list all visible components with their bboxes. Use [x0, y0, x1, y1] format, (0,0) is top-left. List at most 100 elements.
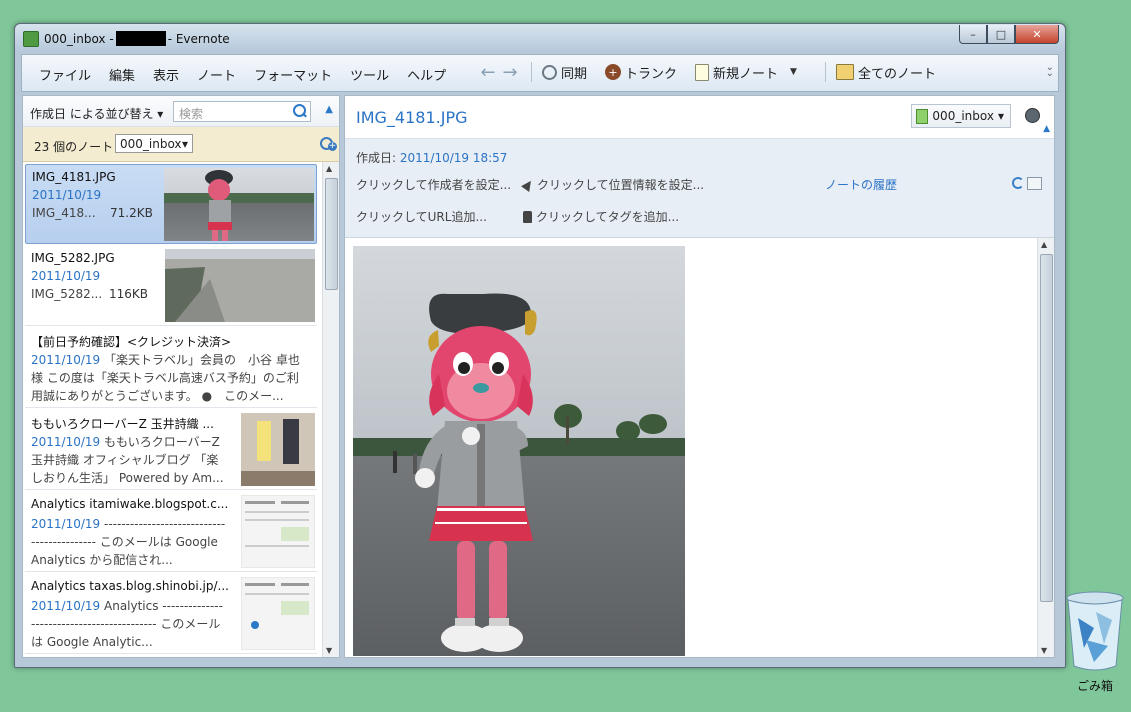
note-content[interactable]	[345, 238, 1037, 657]
sort-bar: 作成日 による並び替え ▾ 検索 ▲	[23, 96, 339, 127]
note-metadata: 作成日: 2011/10/19 18:57 クリックして作成者を設定... クリ…	[345, 139, 1054, 238]
menu-edit[interactable]: 編集	[100, 65, 144, 84]
menu-view[interactable]: 表示	[144, 65, 188, 84]
note-thumbnail-image	[165, 249, 315, 322]
recycle-bin-icon	[1066, 591, 1124, 671]
window-title-prefix: 000_inbox -	[44, 32, 114, 46]
minimize-button[interactable]: –	[959, 25, 987, 44]
notebook-select[interactable]: 000_inbox ▾	[911, 104, 1011, 128]
close-button[interactable]: ✕	[1015, 25, 1059, 44]
note-list-scrollbar[interactable]: ▲ ▼	[322, 162, 339, 657]
note-thumbnail-image	[241, 495, 315, 568]
chevron-down-icon[interactable]: ▼	[790, 67, 797, 77]
note-title: 【前日予約確認】<クレジット決済>	[31, 335, 232, 349]
new-note-label: 新規ノート	[713, 66, 779, 82]
new-note-icon	[695, 63, 710, 81]
note-date: 2011/10/19	[31, 517, 101, 531]
menu-format[interactable]: フォーマット	[245, 65, 341, 84]
url-field[interactable]: クリックしてURL追加...	[356, 208, 487, 225]
scroll-down-icon[interactable]: ▼	[1041, 646, 1047, 655]
scrollbar-thumb[interactable]	[1040, 254, 1053, 602]
menu-tools[interactable]: ツール	[341, 65, 398, 84]
search-placeholder: 検索	[179, 107, 204, 121]
note-list: IMG_4181.JPG 2011/10/19 IMG_418... 71.2K…	[23, 162, 320, 657]
list-item[interactable]: ももいろクローバーZ 玉井詩織 ... 2011/10/19 ももいろクローバー…	[25, 410, 317, 490]
window-title: 000_inbox - - Evernote	[44, 31, 230, 46]
created-date[interactable]: 2011/10/19 18:57	[400, 151, 508, 165]
search-input[interactable]: 検索	[173, 101, 311, 122]
note-title: IMG_5282.JPG	[31, 251, 115, 265]
toolbar-separator	[531, 62, 532, 82]
evernote-window: 000_inbox - - Evernote – □ ✕ ファイル 編集 表示 ノ…	[14, 23, 1066, 668]
sort-dropdown[interactable]: 作成日 による並び替え ▾	[30, 105, 163, 122]
tags-label: クリックしてタグを追加...	[536, 210, 680, 224]
note-snippet: 2011/10/19 Analytics -------------------…	[31, 597, 227, 651]
saved-search-icon[interactable]	[320, 137, 337, 151]
toolbar-overflow-icon[interactable]: ⌄ ⌄	[1046, 63, 1054, 79]
author-field[interactable]: クリックして作成者を設定...	[356, 176, 511, 193]
scroll-down-icon[interactable]: ▼	[326, 646, 332, 655]
scrollbar-thumb[interactable]	[325, 178, 338, 290]
all-notes-label: 全てのノート	[857, 66, 936, 82]
note-snippet: IMG_5282...	[31, 287, 103, 301]
list-item[interactable]: IMG_4181.JPG 2011/10/19 IMG_418... 71.2K…	[25, 164, 317, 244]
created-row: 作成日: 2011/10/19 18:57	[356, 149, 507, 166]
collapse-icon[interactable]: ▲	[1043, 124, 1050, 134]
menu-toolbar: ファイル 編集 表示 ノート フォーマット ツール ヘルプ ← → 同期 + ト…	[21, 54, 1059, 92]
note-title: ももいろクローバーZ 玉井詩織 ...	[31, 417, 214, 431]
location-icon	[521, 178, 535, 192]
list-item[interactable]: Analytics itamiwake.blogspot.c... 2011/1…	[25, 492, 317, 572]
recycle-bin-label: ごみ箱	[1076, 679, 1113, 693]
list-item[interactable]: Analytics taxas.blog.shinobi.jp/... 2011…	[25, 574, 317, 654]
title-bar[interactable]: 000_inbox - - Evernote – □ ✕	[15, 24, 1065, 52]
chevron-down-icon: ▾	[181, 136, 188, 151]
note-snippet: 2011/10/19 ももいろクローバーZ 玉井詩織 オフィシャルブログ 「楽し…	[31, 433, 227, 487]
note-title: Analytics taxas.blog.shinobi.jp/...	[31, 579, 229, 593]
note-content-scrollbar[interactable]: ▲ ▼	[1037, 238, 1054, 657]
trunk-button[interactable]: + トランク	[605, 63, 677, 82]
list-item[interactable]: IMG_5282.JPG 2011/10/19 IMG_5282... 116K…	[25, 246, 317, 326]
trunk-icon: +	[605, 64, 622, 80]
note-editor-pane: IMG_4181.JPG 000_inbox ▾ ▲ 作成日: 2011/10/…	[344, 95, 1055, 658]
notebook-filter-select[interactable]: 000_inbox ▾	[115, 134, 193, 153]
location-field[interactable]: クリックして位置情報を設定...	[521, 176, 705, 193]
note-size: 71.2KB	[110, 206, 153, 220]
search-icon[interactable]	[293, 104, 306, 117]
share-globe-icon[interactable]	[1025, 108, 1040, 123]
evernote-app-icon	[23, 31, 39, 47]
scroll-up-icon[interactable]: ▲	[1041, 240, 1047, 249]
note-date: 2011/10/19	[32, 188, 102, 202]
redacted-block	[115, 31, 166, 46]
find-in-note-icon[interactable]	[1027, 177, 1042, 190]
list-item[interactable]: 【前日予約確認】<クレジット決済> 2011/10/19 「楽天トラベル」会員の…	[25, 328, 320, 408]
sync-icon	[542, 64, 557, 80]
note-photo-image	[353, 246, 685, 656]
note-size: 116KB	[109, 287, 149, 301]
recycle-bin[interactable]: ごみ箱	[1060, 590, 1130, 694]
all-notes-button[interactable]: 全てのノート	[835, 63, 936, 82]
refresh-icon[interactable]	[1012, 177, 1024, 189]
all-notes-icon	[835, 64, 854, 80]
scroll-up-icon[interactable]: ▲	[326, 164, 332, 173]
note-snippet: IMG_418...	[32, 206, 96, 220]
new-note-button[interactable]: 新規ノート ▼	[695, 63, 797, 82]
tags-field[interactable]: クリックしてタグを追加...	[523, 208, 679, 225]
sync-button[interactable]: 同期	[542, 63, 587, 82]
note-title-field[interactable]: IMG_4181.JPG	[356, 108, 468, 127]
collapse-icon[interactable]: ▲	[325, 104, 333, 115]
note-count-bar: 23 個のノート 000_inbox ▾	[23, 127, 339, 162]
forward-arrow-icon[interactable]: →	[499, 61, 521, 83]
menu-file[interactable]: ファイル	[30, 65, 100, 84]
note-thumbnail-image	[241, 413, 315, 486]
menu-help[interactable]: ヘルプ	[398, 65, 455, 84]
note-date: 2011/10/19	[31, 353, 101, 367]
menu-note[interactable]: ノート	[188, 65, 245, 84]
back-arrow-icon[interactable]: ←	[477, 61, 499, 83]
notebook-select-value: 000_inbox	[932, 109, 994, 123]
note-snippet: 2011/10/19 「楽天トラベル」会員の 小谷 卓也 様 この度は「楽天トラ…	[31, 351, 320, 405]
note-history-link[interactable]: ノートの履歴	[825, 176, 897, 193]
location-label: クリックして位置情報を設定...	[537, 178, 705, 192]
sync-label: 同期	[561, 66, 588, 82]
notebook-filter-value: 000_inbox	[120, 136, 182, 151]
maximize-button[interactable]: □	[987, 25, 1015, 44]
